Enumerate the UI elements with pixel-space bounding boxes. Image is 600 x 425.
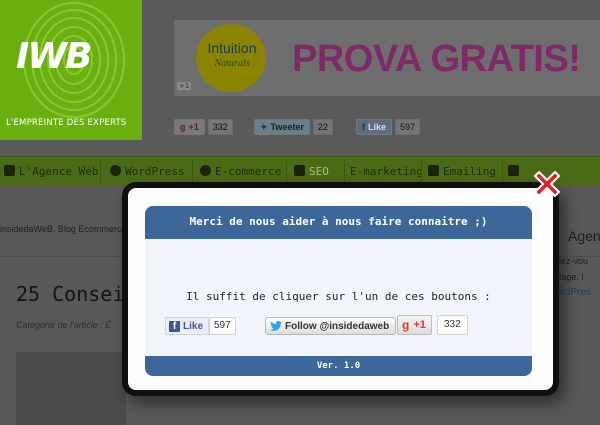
article-category: Catégorie de l'article : É	[16, 320, 112, 330]
twitter-bird-icon: ✦	[260, 121, 268, 132]
thumbs-up-icon	[508, 165, 519, 176]
popup-version: Ver. 1.0	[145, 356, 532, 376]
sidebar-link[interactable]: ordPres	[556, 287, 591, 298]
twitter-bird-icon	[270, 321, 282, 331]
popup-message: Il suffit de cliquer sur l'un de ces bou…	[186, 290, 491, 303]
euro-icon	[200, 165, 211, 176]
nav-divider	[502, 160, 503, 184]
nav-divider	[421, 160, 422, 184]
popup-title: Merci de nous aider à nous faire connait…	[145, 206, 532, 239]
top-gplus-button[interactable]: g +1	[174, 119, 205, 135]
facebook-like-button[interactable]: f Like	[165, 317, 210, 335]
facebook-icon: f	[169, 320, 180, 332]
nav-item-agence-web[interactable]: L'Agence Web	[4, 157, 98, 187]
top-gplus-count: 332	[207, 119, 233, 135]
top-tweet-count: 22	[312, 119, 333, 135]
top-gplus-share[interactable]: g +1 332	[174, 118, 233, 136]
wordpress-icon	[110, 165, 121, 176]
gplus-button[interactable]: g +1	[397, 315, 432, 335]
ad-gplus-badge[interactable]: +1	[177, 82, 192, 90]
nav-divider	[192, 160, 193, 184]
sidebar-title: Agen	[568, 228, 600, 244]
article-image	[16, 352, 126, 425]
sidebar-text: rtage, l	[556, 272, 584, 282]
arrow-right-icon	[4, 165, 15, 176]
share-popup: Merci de nous aider à nous faire connait…	[122, 182, 559, 396]
top-tweet-button[interactable]: ✦ Tweeter	[254, 119, 310, 135]
top-tweet-share[interactable]: ✦ Tweeter 22	[254, 118, 333, 136]
gplus-count: 332	[437, 315, 468, 335]
top-like-share[interactable]: f Like 597	[356, 118, 421, 136]
twitter-follow-label: Follow @insidedaweb	[285, 320, 390, 332]
close-icon[interactable]	[529, 166, 565, 202]
facebook-like-label: Like	[183, 320, 204, 332]
ad-promo-text: PROVA GRATIS!	[292, 38, 581, 80]
sidebar-text: riez-vou	[556, 256, 589, 266]
popup-panel: Merci de nous aider à nous faire connait…	[145, 206, 532, 376]
nav-divider	[344, 160, 345, 184]
top-like-button[interactable]: f Like	[356, 119, 393, 135]
nav-divider	[100, 160, 101, 184]
ad-brand-name: Intuition	[207, 40, 257, 56]
facebook-icon: f	[362, 122, 365, 132]
envelope-icon	[428, 165, 439, 176]
ad-brand-subname: Naturals	[214, 58, 250, 69]
site-logo[interactable]: IWB L'EMPREINTE DES EXPERTS	[0, 0, 142, 140]
logo-tagline: L'EMPREINTE DES EXPERTS	[6, 118, 127, 128]
top-like-count: 597	[395, 119, 421, 135]
gplus-icon: g	[180, 122, 186, 132]
logo-mark: IWB	[16, 36, 93, 77]
popup-share-buttons: f Like 597 Follow @insidedaweb g +1 332	[145, 314, 532, 336]
breadcrumb[interactable]: insidedaWeB, Blog Ecommerce/Se	[0, 224, 140, 234]
chart-trend-icon	[294, 165, 305, 176]
gplus-icon: g	[402, 318, 410, 332]
twitter-follow-button[interactable]: Follow @insidedaweb	[265, 317, 397, 335]
ad-banner[interactable]: Intuition Naturals PROVA GRATIS! +1	[174, 20, 600, 96]
gplus-label: +1	[413, 319, 426, 331]
nav-divider	[286, 160, 287, 184]
facebook-like-count: 597	[209, 317, 236, 335]
